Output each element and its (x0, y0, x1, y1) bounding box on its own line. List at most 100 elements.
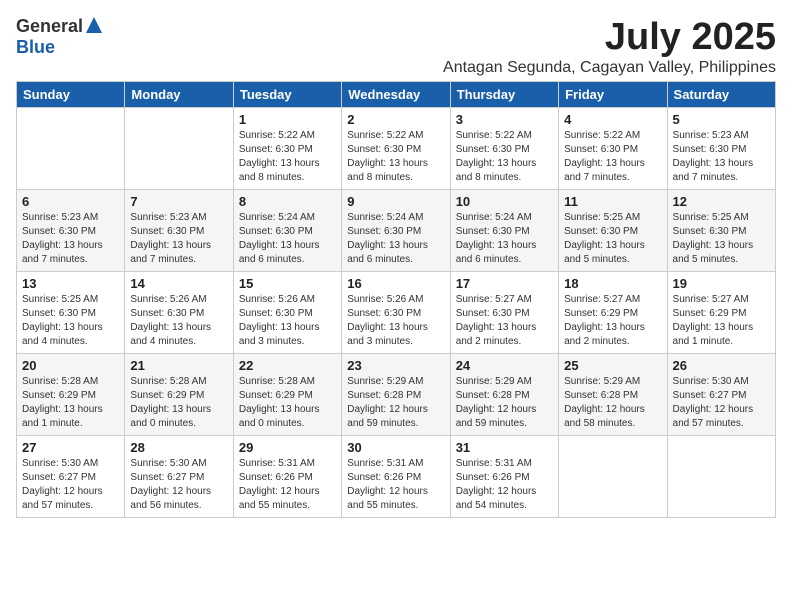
day-info: Sunrise: 5:22 AM Sunset: 6:30 PM Dayligh… (239, 129, 336, 185)
day-info: Sunrise: 5:29 AM Sunset: 6:28 PM Dayligh… (456, 375, 553, 431)
weekday-header-saturday: Saturday (667, 82, 775, 108)
calendar-cell: 30Sunrise: 5:31 AM Sunset: 6:26 PM Dayli… (342, 436, 450, 518)
calendar-cell: 15Sunrise: 5:26 AM Sunset: 6:30 PM Dayli… (233, 272, 341, 354)
calendar-table: SundayMondayTuesdayWednesdayThursdayFrid… (16, 81, 776, 518)
day-info: Sunrise: 5:24 AM Sunset: 6:30 PM Dayligh… (347, 211, 444, 267)
day-info: Sunrise: 5:23 AM Sunset: 6:30 PM Dayligh… (130, 211, 227, 267)
calendar-cell: 3 Sunrise: 5:22 AM Sunset: 6:30 PM Daylig… (450, 108, 558, 190)
weekday-header-thursday: Thursday (450, 82, 558, 108)
weekday-header-sunday: Sunday (17, 82, 125, 108)
day-number: 8 (239, 194, 336, 209)
day-number: 25 (564, 358, 661, 373)
day-number: 21 (130, 358, 227, 373)
day-info: Sunrise: 5:31 AM Sunset: 6:26 PM Dayligh… (456, 457, 553, 513)
calendar-cell: 27 Sunrise: 5:30 AM Sunset: 6:27 PM Dayli… (17, 436, 125, 518)
day-info: Sunrise: 5:22 AM Sunset: 6:30 PM Dayligh… (347, 129, 444, 185)
calendar-cell: 25 Sunrise: 5:29 AM Sunset: 6:28 PM Dayli… (559, 354, 667, 436)
day-number: 24 (456, 358, 553, 373)
day-number: 5 (673, 112, 770, 127)
calendar-cell (17, 108, 125, 190)
calendar-cell: 6 Sunrise: 5:23 AM Sunset: 6:30 PM Daylig… (17, 190, 125, 272)
day-number: 27 (22, 440, 119, 455)
day-number: 13 (22, 276, 119, 291)
calendar-cell: 29 Sunrise: 5:31 AM Sunset: 6:26 PM Dayli… (233, 436, 341, 518)
weekday-header-wednesday: Wednesday (342, 82, 450, 108)
day-info: Sunrise: 5:28 AM Sunset: 6:29 PM Dayligh… (130, 375, 227, 431)
calendar-cell: 11 Sunrise: 5:25 AM Sunset: 6:30 PM Dayli… (559, 190, 667, 272)
calendar-week-row: 13 Sunrise: 5:25 AM Sunset: 6:30 PM Dayli… (17, 272, 776, 354)
day-info: Sunrise: 5:25 AM Sunset: 6:30 PM Dayligh… (564, 211, 661, 267)
calendar-cell: 9 Sunrise: 5:24 AM Sunset: 6:30 PM Daylig… (342, 190, 450, 272)
day-info: Sunrise: 5:29 AM Sunset: 6:28 PM Dayligh… (347, 375, 444, 431)
title-area: July 2025 Antagan Segunda, Cagayan Valle… (443, 16, 776, 77)
logo-icon (85, 16, 103, 34)
calendar-cell: 28Sunrise: 5:30 AM Sunset: 6:27 PM Dayli… (125, 436, 233, 518)
day-info: Sunrise: 5:25 AM Sunset: 6:30 PM Dayligh… (22, 293, 119, 349)
calendar-cell: 12Sunrise: 5:25 AM Sunset: 6:30 PM Dayli… (667, 190, 775, 272)
day-number: 23 (347, 358, 444, 373)
day-info: Sunrise: 5:23 AM Sunset: 6:30 PM Dayligh… (22, 211, 119, 267)
calendar-week-row: 20 Sunrise: 5:28 AM Sunset: 6:29 PM Dayli… (17, 354, 776, 436)
day-info: Sunrise: 5:25 AM Sunset: 6:30 PM Dayligh… (673, 211, 770, 267)
day-info: Sunrise: 5:31 AM Sunset: 6:26 PM Dayligh… (239, 457, 336, 513)
calendar-cell: 24 Sunrise: 5:29 AM Sunset: 6:28 PM Dayli… (450, 354, 558, 436)
day-number: 9 (347, 194, 444, 209)
day-info: Sunrise: 5:27 AM Sunset: 6:29 PM Dayligh… (564, 293, 661, 349)
day-info: Sunrise: 5:28 AM Sunset: 6:29 PM Dayligh… (22, 375, 119, 431)
calendar-cell (559, 436, 667, 518)
calendar-week-row: 6 Sunrise: 5:23 AM Sunset: 6:30 PM Daylig… (17, 190, 776, 272)
calendar-cell: 18 Sunrise: 5:27 AM Sunset: 6:29 PM Dayli… (559, 272, 667, 354)
day-info: Sunrise: 5:29 AM Sunset: 6:28 PM Dayligh… (564, 375, 661, 431)
day-number: 2 (347, 112, 444, 127)
logo-general: General (16, 16, 83, 37)
day-info: Sunrise: 5:30 AM Sunset: 6:27 PM Dayligh… (130, 457, 227, 513)
day-number: 1 (239, 112, 336, 127)
day-number: 10 (456, 194, 553, 209)
day-info: Sunrise: 5:28 AM Sunset: 6:29 PM Dayligh… (239, 375, 336, 431)
day-info: Sunrise: 5:22 AM Sunset: 6:30 PM Dayligh… (564, 129, 661, 185)
calendar-cell: 7 Sunrise: 5:23 AM Sunset: 6:30 PM Daylig… (125, 190, 233, 272)
day-number: 14 (130, 276, 227, 291)
weekday-header-tuesday: Tuesday (233, 82, 341, 108)
calendar-cell (667, 436, 775, 518)
calendar-cell (125, 108, 233, 190)
calendar-cell: 1 Sunrise: 5:22 AM Sunset: 6:30 PM Daylig… (233, 108, 341, 190)
day-info: Sunrise: 5:30 AM Sunset: 6:27 PM Dayligh… (673, 375, 770, 431)
header: General Blue July 2025 Antagan Segunda, … (16, 16, 776, 77)
calendar-cell: 16Sunrise: 5:26 AM Sunset: 6:30 PM Dayli… (342, 272, 450, 354)
day-info: Sunrise: 5:24 AM Sunset: 6:30 PM Dayligh… (456, 211, 553, 267)
day-info: Sunrise: 5:26 AM Sunset: 6:30 PM Dayligh… (347, 293, 444, 349)
calendar-cell: 22 Sunrise: 5:28 AM Sunset: 6:29 PM Dayli… (233, 354, 341, 436)
calendar-cell: 14 Sunrise: 5:26 AM Sunset: 6:30 PM Dayli… (125, 272, 233, 354)
day-info: Sunrise: 5:24 AM Sunset: 6:30 PM Dayligh… (239, 211, 336, 267)
calendar-cell: 13 Sunrise: 5:25 AM Sunset: 6:30 PM Dayli… (17, 272, 125, 354)
day-number: 17 (456, 276, 553, 291)
day-number: 18 (564, 276, 661, 291)
calendar-cell: 23 Sunrise: 5:29 AM Sunset: 6:28 PM Dayli… (342, 354, 450, 436)
day-number: 19 (673, 276, 770, 291)
calendar-title: July 2025 (443, 16, 776, 59)
day-number: 7 (130, 194, 227, 209)
day-number: 30 (347, 440, 444, 455)
day-info: Sunrise: 5:26 AM Sunset: 6:30 PM Dayligh… (130, 293, 227, 349)
weekday-header-friday: Friday (559, 82, 667, 108)
day-number: 11 (564, 194, 661, 209)
day-number: 29 (239, 440, 336, 455)
day-number: 3 (456, 112, 553, 127)
calendar-cell: 8 Sunrise: 5:24 AM Sunset: 6:30 PM Daylig… (233, 190, 341, 272)
calendar-cell: 19 Sunrise: 5:27 AM Sunset: 6:29 PM Dayli… (667, 272, 775, 354)
weekday-header-row: SundayMondayTuesdayWednesdayThursdayFrid… (17, 82, 776, 108)
calendar-cell: 5Sunrise: 5:23 AM Sunset: 6:30 PM Daylig… (667, 108, 775, 190)
day-number: 22 (239, 358, 336, 373)
day-info: Sunrise: 5:30 AM Sunset: 6:27 PM Dayligh… (22, 457, 119, 513)
calendar-cell: 17 Sunrise: 5:27 AM Sunset: 6:30 PM Dayli… (450, 272, 558, 354)
day-info: Sunrise: 5:27 AM Sunset: 6:29 PM Dayligh… (673, 293, 770, 349)
calendar-cell: 2 Sunrise: 5:22 AM Sunset: 6:30 PM Daylig… (342, 108, 450, 190)
day-number: 31 (456, 440, 553, 455)
day-number: 6 (22, 194, 119, 209)
day-info: Sunrise: 5:22 AM Sunset: 6:30 PM Dayligh… (456, 129, 553, 185)
day-info: Sunrise: 5:27 AM Sunset: 6:30 PM Dayligh… (456, 293, 553, 349)
day-number: 20 (22, 358, 119, 373)
calendar-cell: 26Sunrise: 5:30 AM Sunset: 6:27 PM Dayli… (667, 354, 775, 436)
calendar-cell: 31 Sunrise: 5:31 AM Sunset: 6:26 PM Dayli… (450, 436, 558, 518)
